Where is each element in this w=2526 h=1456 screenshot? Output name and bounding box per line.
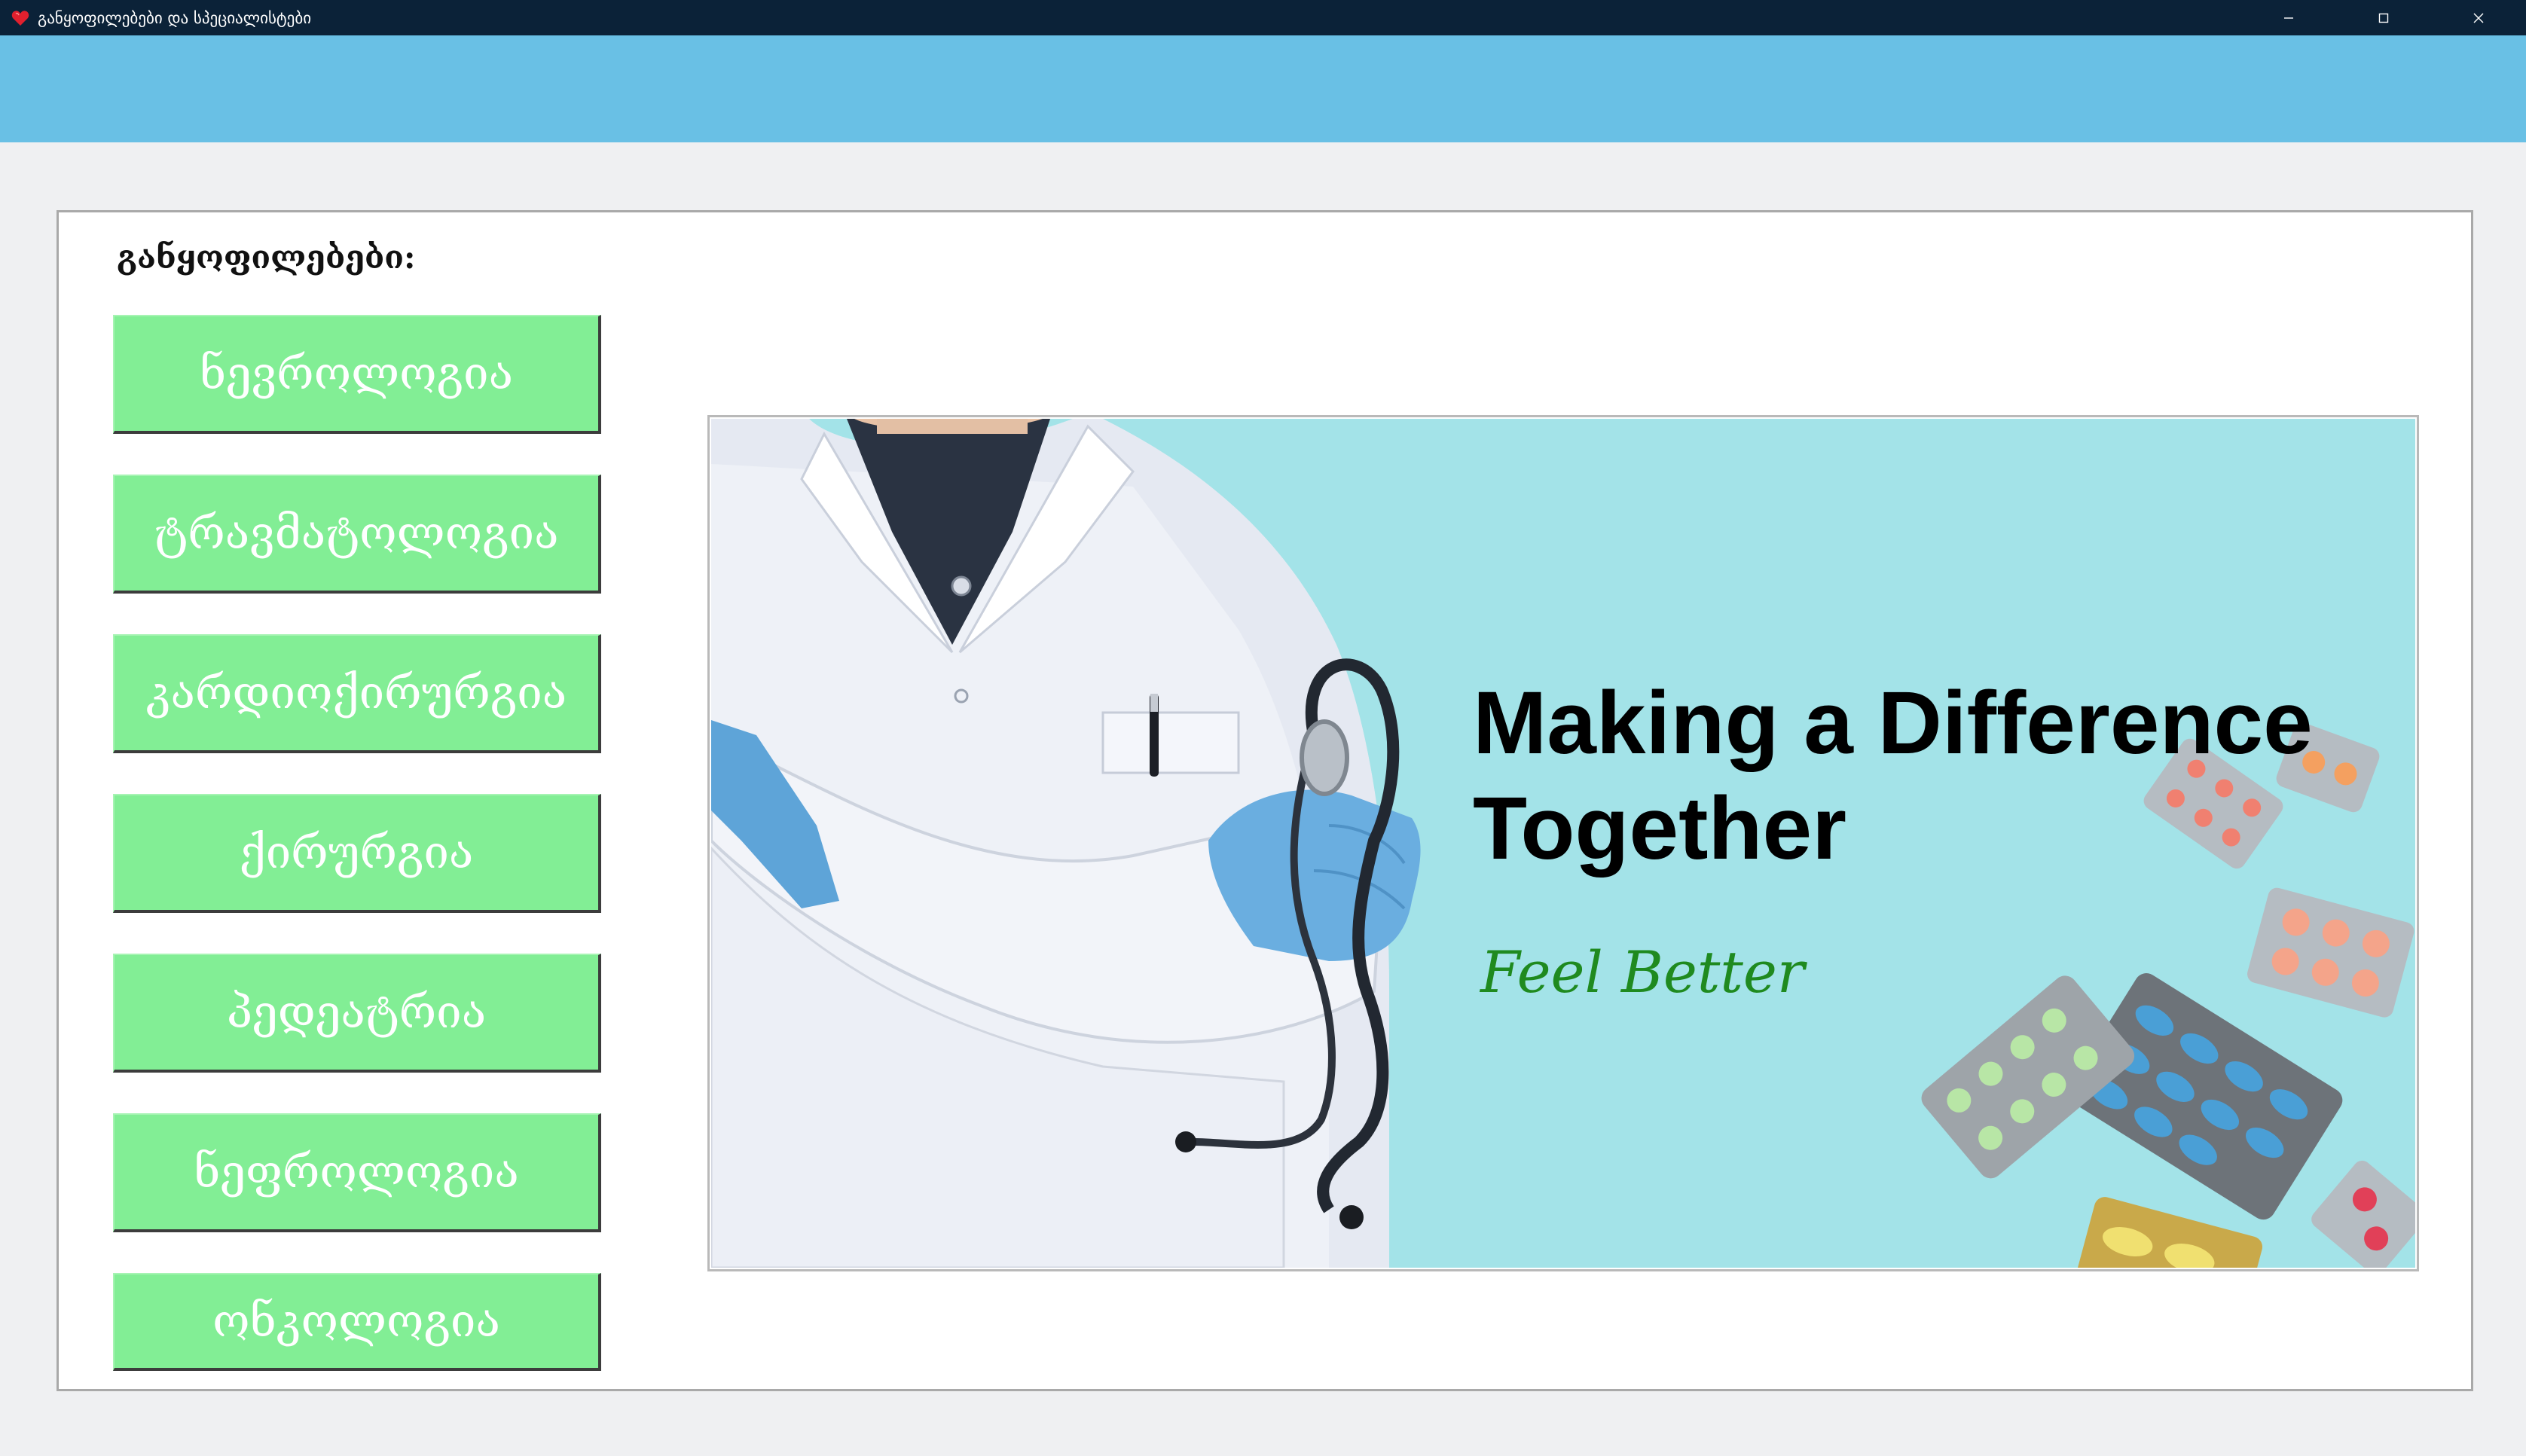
header-band bbox=[0, 35, 2526, 142]
banner-tagline: Feel Better bbox=[1480, 939, 1805, 1006]
banner-headline: Making a Difference Together bbox=[1473, 670, 2313, 881]
title-bar: განყოფილებები და სპეციალისტები bbox=[0, 0, 2526, 35]
heart-icon bbox=[11, 8, 30, 28]
maximize-icon bbox=[2378, 13, 2389, 23]
window-controls bbox=[2241, 0, 2526, 35]
department-button-cardiac-surgery[interactable]: კარდიოქირურგია bbox=[113, 634, 601, 753]
department-button-nephrology[interactable]: ნეფროლოგია bbox=[113, 1113, 601, 1232]
window-title: განყოფილებები და სპეციალისტები bbox=[38, 8, 312, 27]
departments-label: განყოფილებები: bbox=[117, 239, 416, 276]
close-icon bbox=[2473, 13, 2484, 23]
department-button-traumatology[interactable]: ტრავმატოლოგია bbox=[113, 475, 601, 594]
close-button[interactable] bbox=[2431, 0, 2526, 35]
maximize-button[interactable] bbox=[2336, 0, 2431, 35]
minimize-icon bbox=[2284, 17, 2293, 19]
department-button-oncology[interactable]: ონკოლოგია bbox=[113, 1273, 601, 1371]
banner-headline-line1: Making a Difference bbox=[1473, 673, 2313, 773]
minimize-button[interactable] bbox=[2241, 0, 2336, 35]
banner-headline-line2: Together bbox=[1473, 779, 1847, 878]
departments-panel: განყოფილებები: ნევროლოგია ტრავმატოლოგია … bbox=[57, 210, 2473, 1391]
banner-frame: Making a Difference Together Feel Better bbox=[707, 415, 2419, 1271]
banner-image: Making a Difference Together Feel Better bbox=[711, 419, 2415, 1268]
department-button-pediatrics[interactable]: პედეატრია bbox=[113, 954, 601, 1073]
department-button-surgery[interactable]: ქირურგია bbox=[113, 794, 601, 913]
department-button-neurology[interactable]: ნევროლოგია bbox=[113, 315, 601, 434]
